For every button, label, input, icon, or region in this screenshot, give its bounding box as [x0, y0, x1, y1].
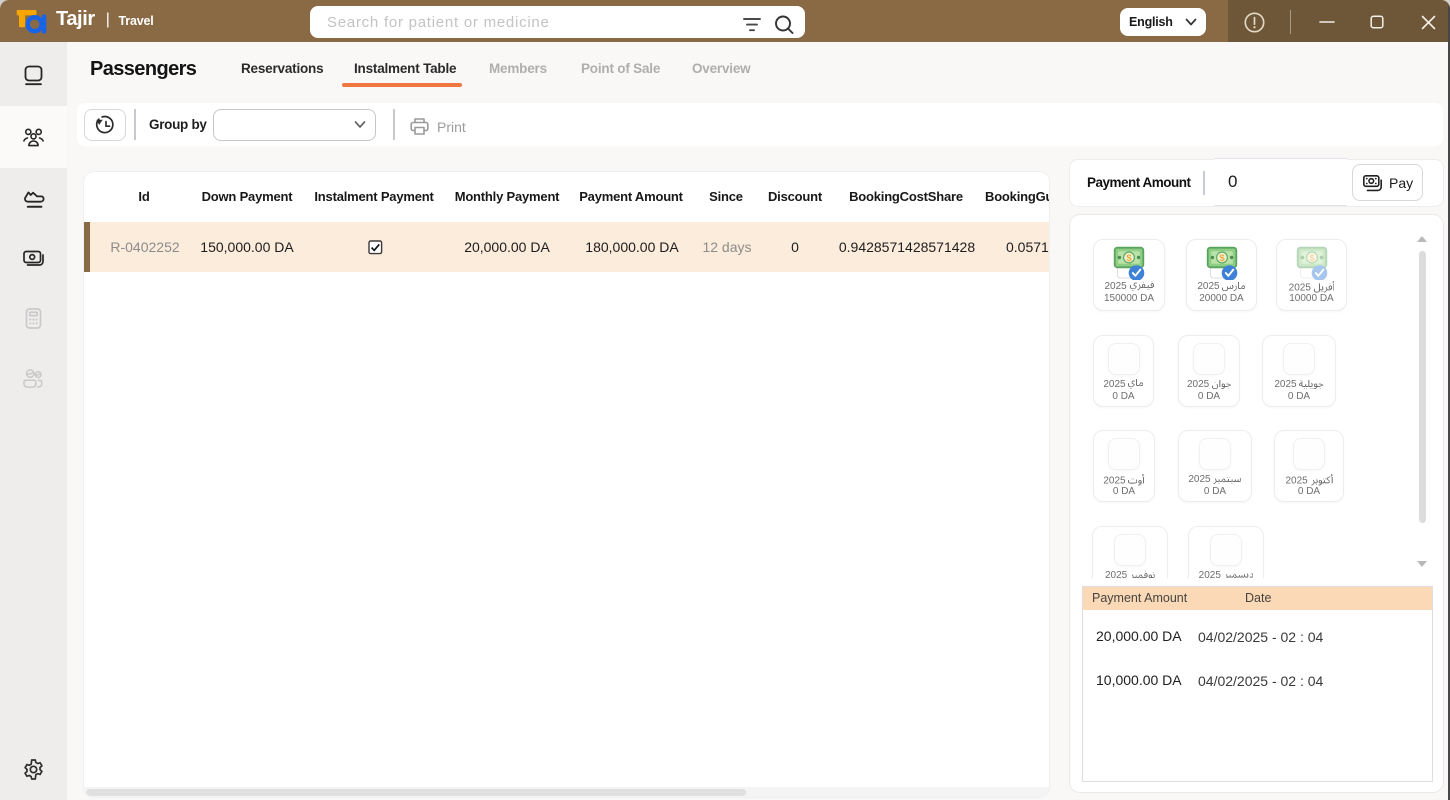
svg-text:$: $ [1309, 253, 1315, 264]
svg-text:$: $ [1219, 253, 1225, 264]
svg-text:$: $ [1126, 253, 1132, 264]
